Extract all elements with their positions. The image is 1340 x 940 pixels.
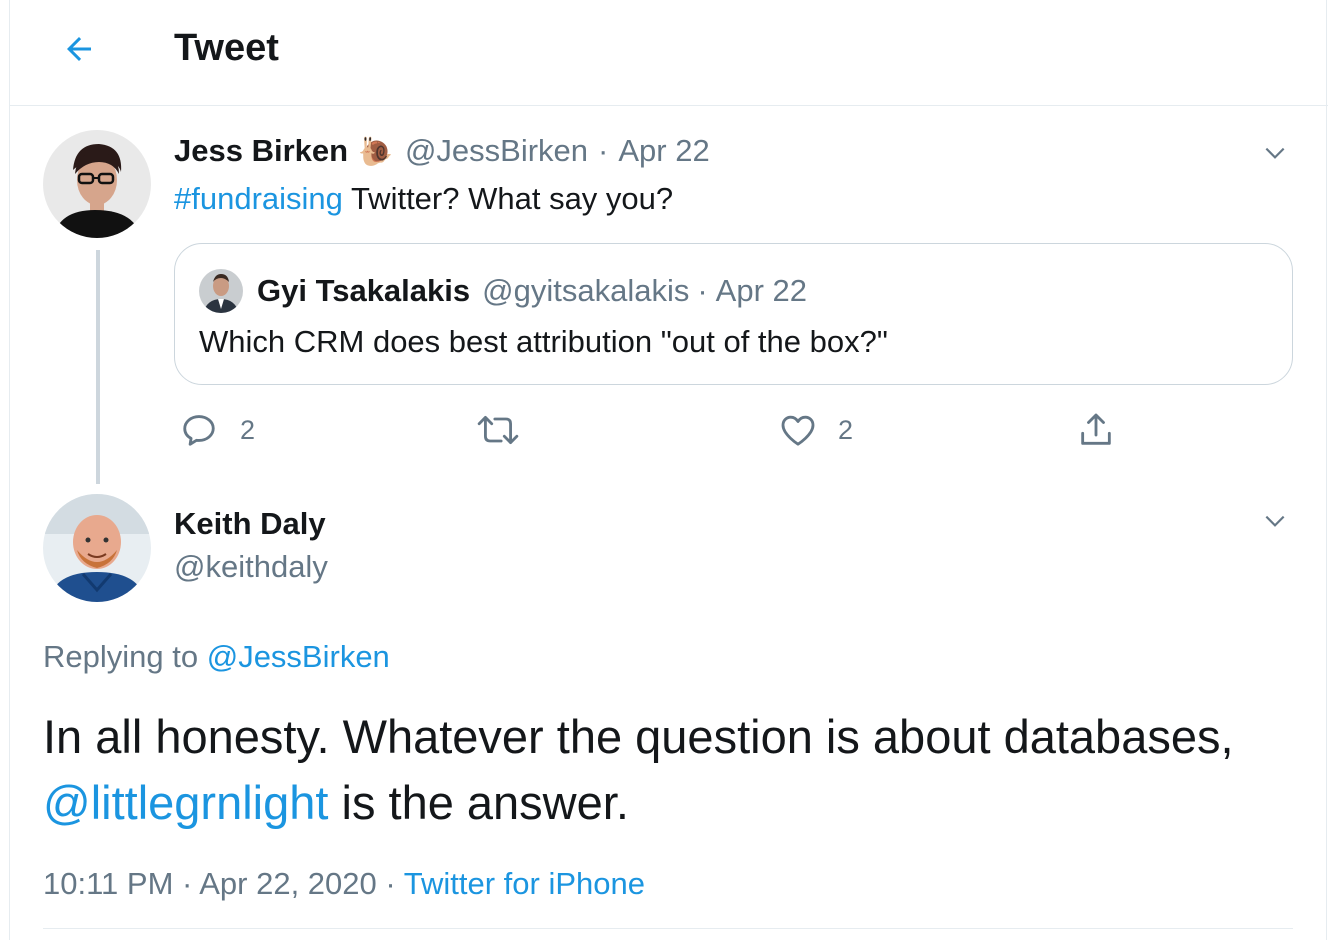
- retweet-icon: [477, 416, 519, 444]
- parent-separator: ·: [598, 133, 609, 168]
- snail-icon: 🐌: [358, 135, 393, 167]
- hashtag-link[interactable]: #fundraising: [174, 181, 343, 216]
- like-button[interactable]: 2: [778, 405, 853, 455]
- share-button[interactable]: [1076, 405, 1116, 455]
- heart-icon: [781, 415, 815, 446]
- mention-link[interactable]: @littlegrnlight: [43, 776, 328, 829]
- chevron-down-icon: [1265, 515, 1285, 527]
- main-tweet-text: In all honesty. Whatever the question is…: [43, 704, 1303, 836]
- parent-action-bar: 2 2: [174, 405, 1294, 455]
- tweet-time[interactable]: 10:11 PM: [43, 866, 173, 901]
- tweet-source-link[interactable]: Twitter for iPhone: [404, 866, 645, 901]
- parent-author-name[interactable]: Jess Birken: [174, 133, 348, 169]
- page-title: Tweet: [174, 27, 279, 69]
- parent-date[interactable]: Apr 22: [618, 133, 709, 169]
- back-button[interactable]: [54, 24, 104, 74]
- parent-author-handle[interactable]: @JessBirken: [405, 133, 588, 169]
- tweet-meta: 10:11 PM · Apr 22, 2020 · Twitter for iP…: [43, 866, 645, 902]
- bottom-divider: [43, 928, 1293, 929]
- arrow-left-icon: [67, 37, 91, 61]
- quoted-tweet-header: Gyi Tsakalakis @gyitsakalakis · Apr 22: [199, 269, 807, 313]
- thread-connector-line: [96, 250, 100, 484]
- page-header: Tweet: [10, 0, 1328, 106]
- keith-daly-avatar[interactable]: [43, 494, 151, 602]
- parent-text-body: Twitter? What say you?: [342, 181, 674, 216]
- jess-birken-avatar[interactable]: [43, 130, 151, 238]
- quoted-tweet-text: Which CRM does best attribution "out of …: [199, 324, 888, 359]
- quoted-author-handle: @gyitsakalakis: [482, 273, 690, 308]
- meta-dot-2: ·: [376, 866, 404, 901]
- main-text-line1: In all honesty. Whatever the question is…: [43, 710, 1234, 763]
- main-more-button[interactable]: [1255, 501, 1295, 541]
- quoted-author-name: Gyi Tsakalakis: [257, 273, 471, 308]
- reply-button[interactable]: 2: [180, 405, 255, 455]
- replying-prefix: Replying to: [43, 639, 207, 674]
- replying-to-link[interactable]: @JessBirken: [207, 639, 390, 674]
- tweet-date[interactable]: Apr 22, 2020: [199, 866, 377, 901]
- replying-to-line: Replying to @JessBirken: [43, 639, 390, 675]
- main-text-line2: is the answer.: [328, 776, 629, 829]
- parent-more-button[interactable]: [1255, 133, 1295, 173]
- reply-count: 2: [240, 414, 256, 445]
- like-count: 2: [838, 414, 854, 445]
- share-icon: [1081, 413, 1111, 445]
- tweet-page: Tweet Jess Birken 🐌 @JessBirken · Apr 22…: [9, 0, 1328, 940]
- quoted-separator: ·: [697, 273, 708, 308]
- meta-dot-1: ·: [173, 866, 200, 901]
- retweet-button[interactable]: [476, 405, 520, 455]
- main-author-name[interactable]: Keith Daly: [174, 506, 326, 542]
- main-author-handle[interactable]: @keithdaly: [174, 549, 328, 585]
- quoted-date: Apr 22: [715, 273, 808, 308]
- reply-icon: [183, 415, 215, 446]
- chevron-down-icon: [1265, 147, 1285, 159]
- parent-tweet-text: #fundraising Twitter? What say you?: [174, 181, 673, 217]
- gyi-tsakalakis-avatar: [199, 269, 243, 313]
- quoted-tweet-card[interactable]: Gyi Tsakalakis @gyitsakalakis · Apr 22 W…: [174, 243, 1293, 385]
- parent-tweet-header: Jess Birken 🐌 @JessBirken · Apr 22: [174, 133, 710, 169]
